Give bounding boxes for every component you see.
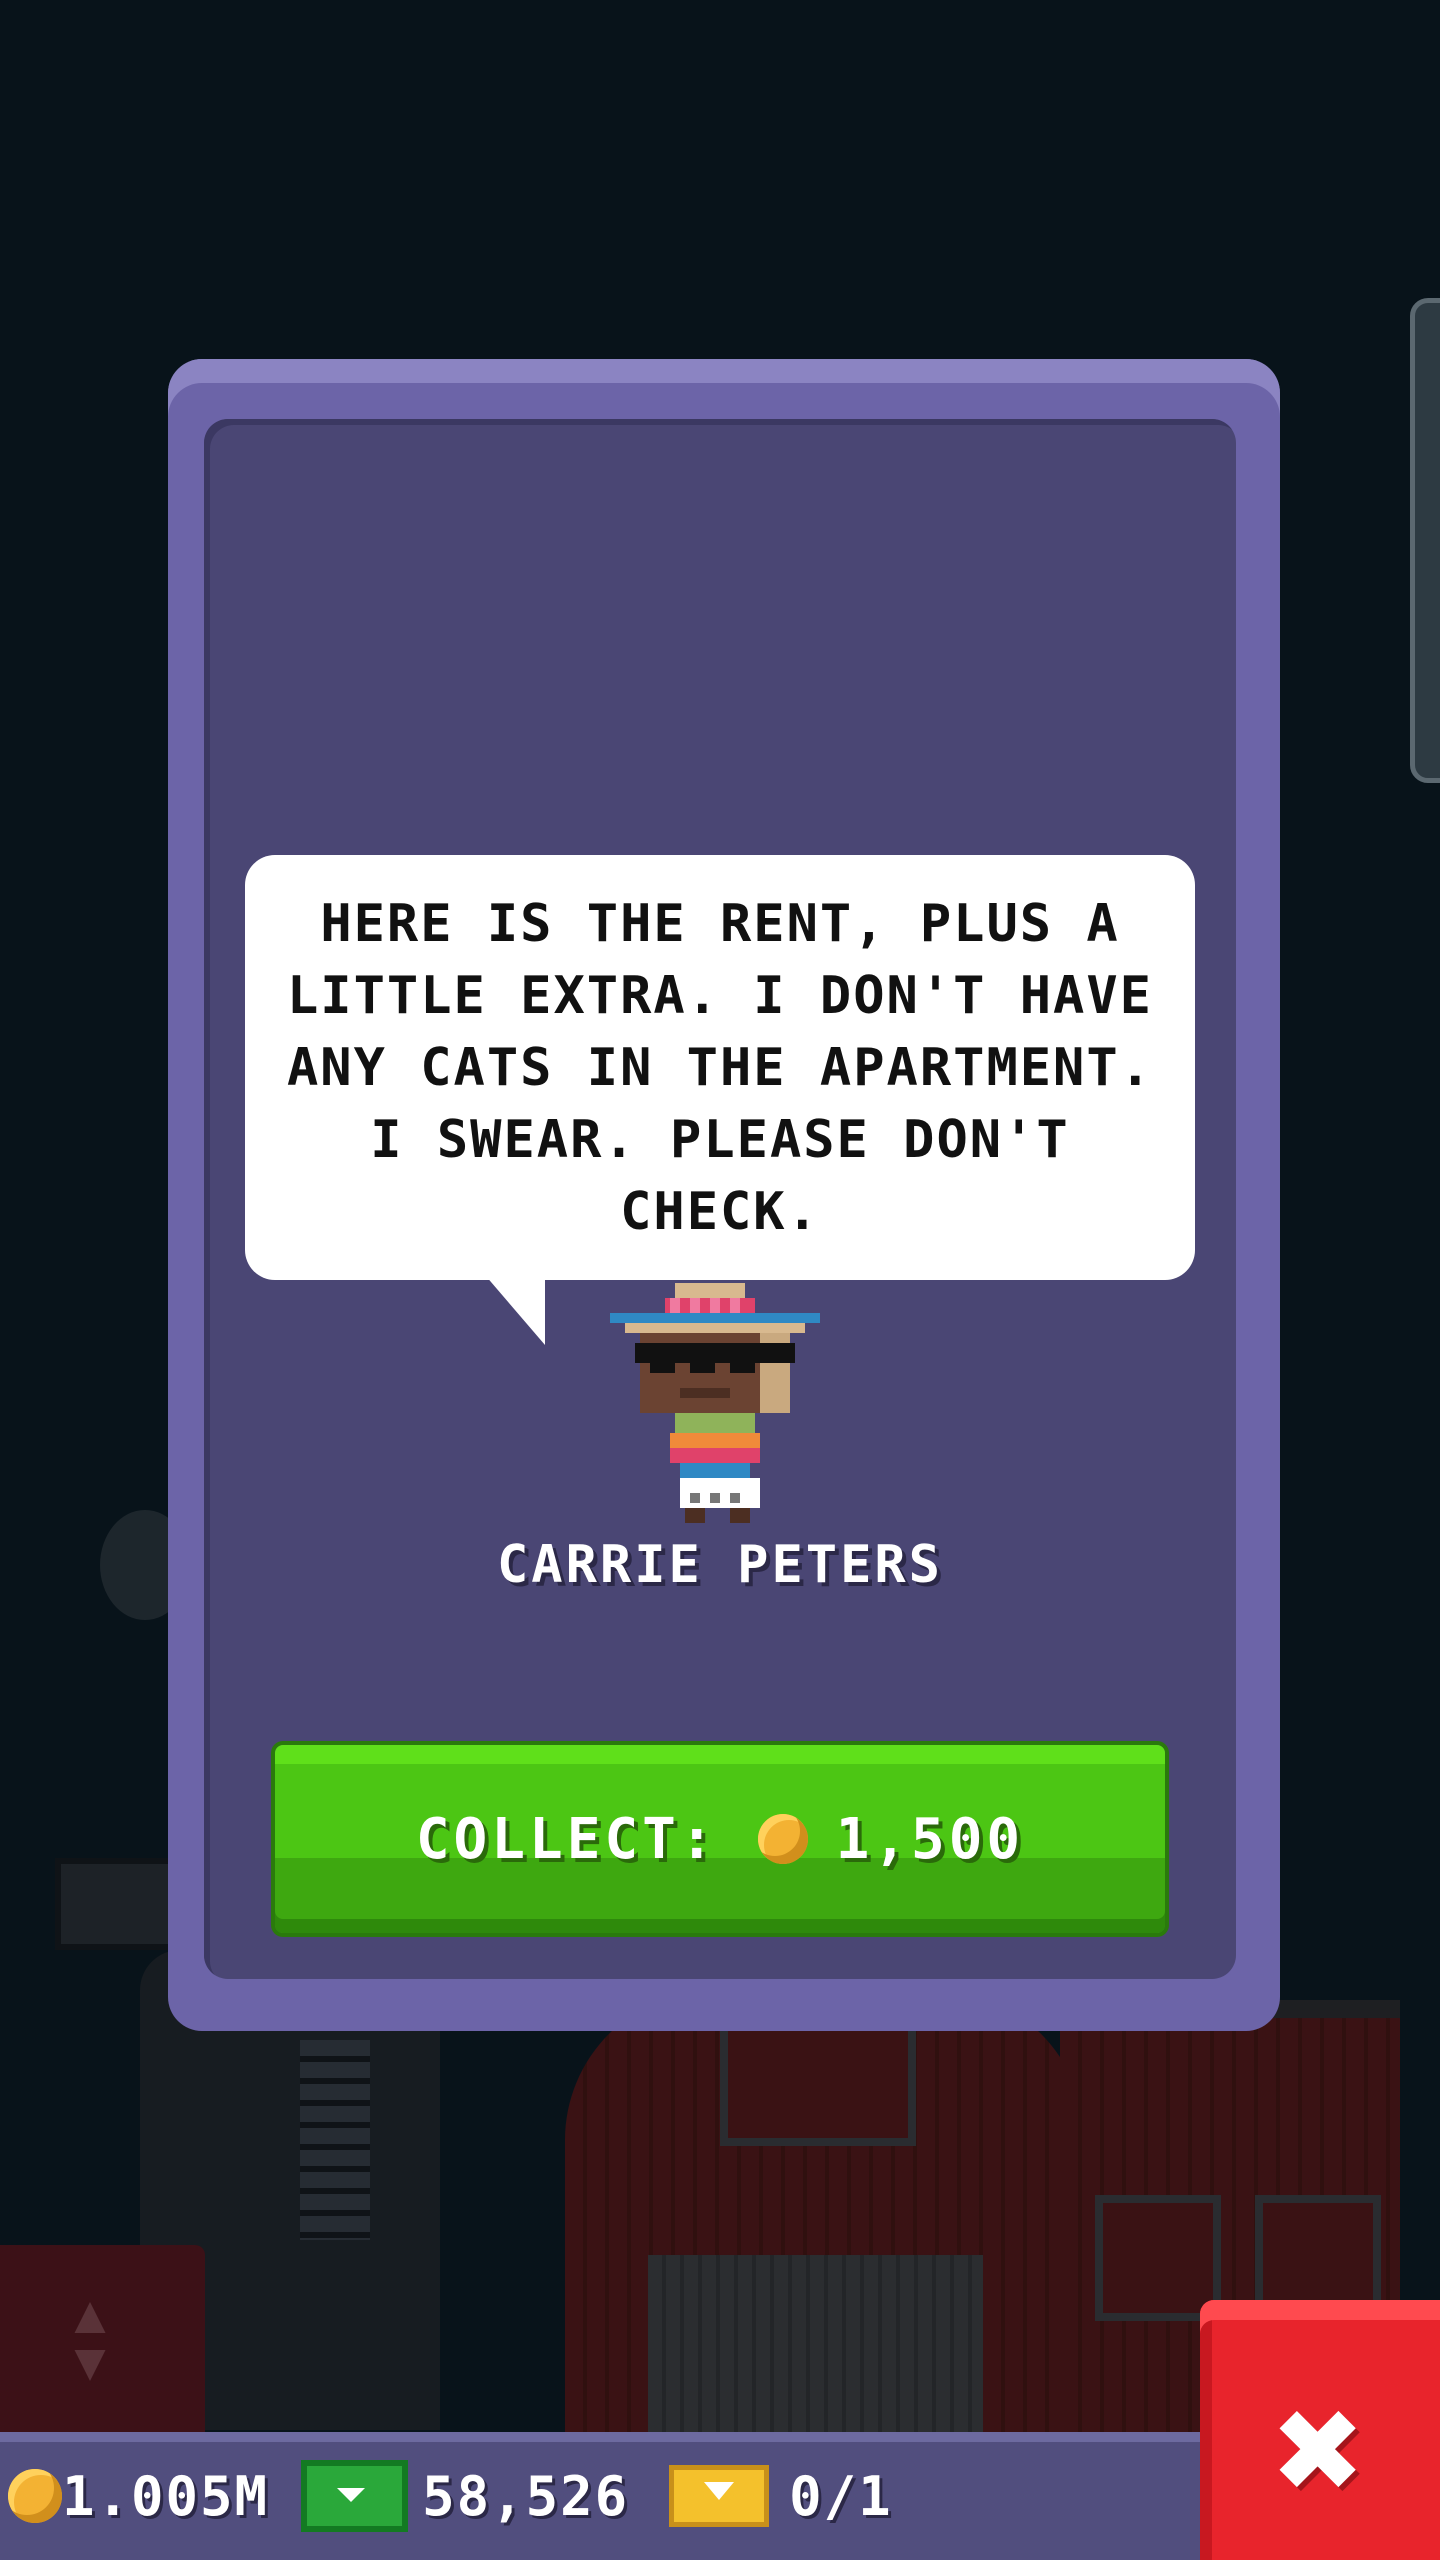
coins-stat: 1.005M xyxy=(8,2465,269,2528)
side-drawer-tab[interactable] xyxy=(1410,298,1440,783)
tickets-value: 0/1 xyxy=(789,2464,893,2528)
cash-icon xyxy=(301,2460,409,2532)
close-x-icon: ✖ xyxy=(1274,2363,1366,2537)
collect-label: COLLECT: xyxy=(415,1806,718,1872)
speech-bubble-tail xyxy=(485,1275,545,1345)
barn-loft-window xyxy=(720,2020,916,2146)
bux-stat: 58,526 xyxy=(301,2460,629,2532)
tenant-avatar xyxy=(610,1283,820,1523)
bux-value: 58,526 xyxy=(422,2464,630,2528)
coin-icon xyxy=(8,2469,62,2523)
close-button[interactable]: ✖ xyxy=(1200,2300,1440,2560)
coins-value: 1.005M xyxy=(62,2464,270,2528)
tenant-name: CARRIE PETERS xyxy=(497,1535,943,1595)
collect-amount: 1,500 xyxy=(835,1806,1025,1872)
barn-window xyxy=(1095,2195,1221,2321)
silo-ladder xyxy=(300,2040,370,2240)
up-down-arrows-icon: ▲ ▼ xyxy=(74,2284,106,2392)
speech-bubble: HERE IS THE RENT, PLUS A LITTLE EXTRA. I… xyxy=(245,855,1195,1280)
ticket-icon xyxy=(669,2465,770,2527)
tickets-stat: 0/1 xyxy=(669,2465,893,2528)
tenant-message: HERE IS THE RENT, PLUS A LITTLE EXTRA. I… xyxy=(287,893,1153,1242)
barn-door xyxy=(648,2255,983,2445)
coin-icon xyxy=(757,1814,808,1864)
collect-rent-button[interactable]: COLLECT: 1,500 xyxy=(275,1745,1165,1933)
